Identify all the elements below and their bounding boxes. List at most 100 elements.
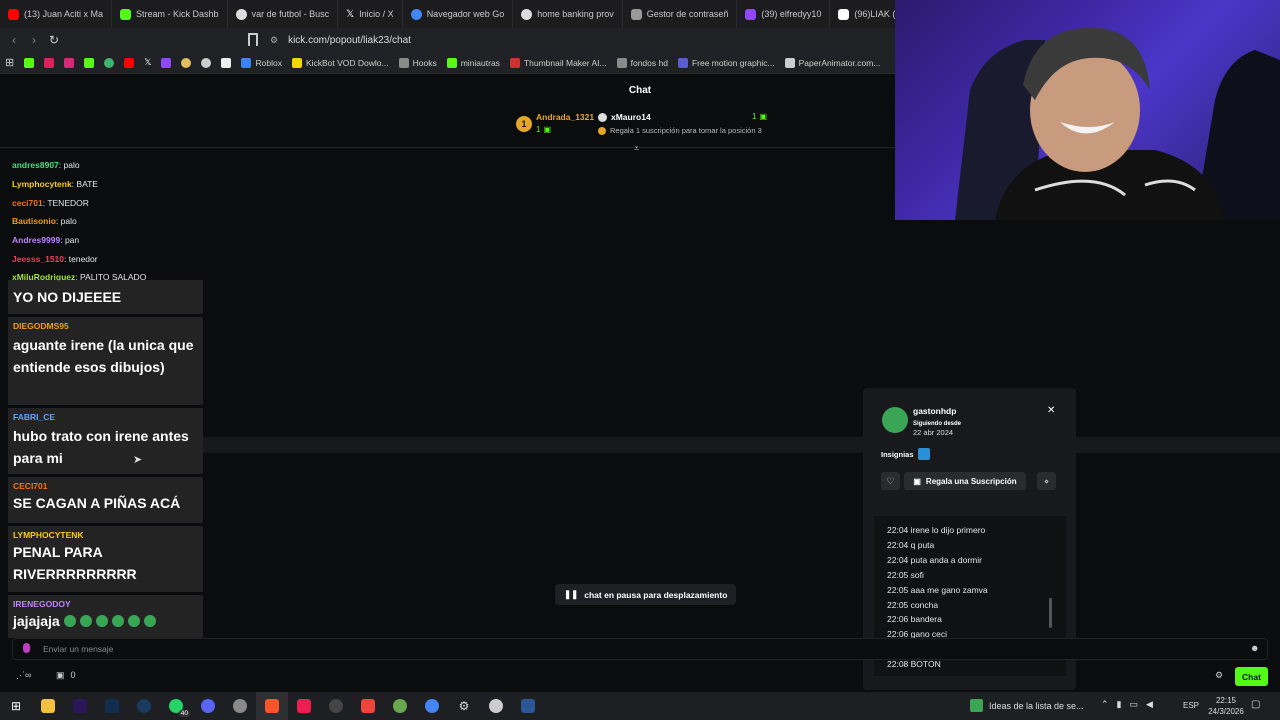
- url-field[interactable]: ⚙ kick.com/popout/liak23/chat: [270, 30, 890, 50]
- gift-subscription-button[interactable]: ▣ Regala una Suscripción: [904, 472, 1026, 490]
- tab-password-manager[interactable]: Gestor de contraseñ: [623, 0, 738, 28]
- emote-icon: [95, 615, 108, 627]
- log-scrollbar[interactable]: [1049, 598, 1052, 628]
- app-green-icon[interactable]: [384, 692, 416, 720]
- profile-username[interactable]: gastonhdp: [913, 406, 956, 416]
- settings-app-icon[interactable]: ⚙: [448, 692, 480, 720]
- chat-username[interactable]: Jeesss_1510: [12, 254, 64, 264]
- bookmark-kick2-icon[interactable]: [79, 57, 99, 68]
- chat-send-button[interactable]: Chat: [1235, 667, 1268, 686]
- bookmark-youtube-icon[interactable]: [119, 57, 139, 68]
- overlay-username: LYMPHOCYTENK: [13, 530, 84, 540]
- chat-username[interactable]: Lymphocytenk: [12, 179, 72, 189]
- chat-username[interactable]: Andres9999: [12, 235, 60, 245]
- bookmark-roblox[interactable]: Roblox: [236, 57, 286, 68]
- microphone-icon[interactable]: [23, 643, 30, 653]
- chat-message: Bautisonio: palo: [12, 216, 77, 226]
- bookmark-miniautras[interactable]: miniautras: [442, 57, 505, 68]
- bookmark-circle-icon[interactable]: [196, 57, 216, 68]
- language-indicator[interactable]: ESP: [1183, 701, 1199, 710]
- chat-text: palo: [60, 216, 77, 226]
- bookmark-instagram-icon[interactable]: [59, 57, 79, 68]
- settings-gear-icon[interactable]: ⚙: [1215, 670, 1223, 681]
- bookmark-kickbot[interactable]: KickBot VOD Dowlo...: [287, 57, 394, 68]
- tab-twitch[interactable]: (39) elfredyy10: [737, 0, 831, 28]
- bookmark-kick-icon[interactable]: [19, 57, 39, 68]
- bookmark-thumbnail[interactable]: Thumbnail Maker AI...: [505, 57, 612, 68]
- close-icon[interactable]: ✕: [1047, 405, 1055, 416]
- premiere-icon[interactable]: [64, 692, 96, 720]
- gift-counter[interactable]: ▣ 0: [56, 670, 76, 681]
- emote-icon: [79, 615, 92, 627]
- steam-icon[interactable]: [128, 692, 160, 720]
- emoji-icon[interactable]: ☻: [1250, 643, 1259, 653]
- motion-icon: [677, 57, 688, 68]
- bookmark-x-icon[interactable]: 𝕏: [139, 57, 156, 68]
- bookmark-hooks[interactable]: Hooks: [394, 57, 442, 68]
- google-icon: [521, 8, 533, 20]
- hover-highlight: [203, 437, 1280, 453]
- tab-banking[interactable]: home banking prov: [513, 0, 623, 28]
- reload-icon[interactable]: ↻: [44, 30, 64, 50]
- gift-box-icon: ▣: [56, 670, 65, 680]
- clock[interactable]: 22:15 24/3/2026: [1205, 695, 1247, 717]
- tab-google-search[interactable]: var de futbol - Busc: [228, 0, 339, 28]
- app-helper-icon[interactable]: [480, 692, 512, 720]
- file-explorer-icon[interactable]: [32, 692, 64, 720]
- x-icon: 𝕏: [346, 8, 355, 20]
- chat-username[interactable]: Bautisonio: [12, 216, 56, 226]
- chat-username[interactable]: ceci701: [12, 198, 43, 208]
- tiktok-app-icon[interactable]: [288, 692, 320, 720]
- obs-icon[interactable]: [320, 692, 352, 720]
- photoshop-icon[interactable]: [96, 692, 128, 720]
- widget-notification[interactable]: Ideas de la lista de se...: [970, 699, 1084, 712]
- back-icon[interactable]: ‹: [4, 30, 24, 50]
- chrome-app-icon[interactable]: [416, 692, 448, 720]
- tab-tiktok[interactable]: (96)LIAK (@: [830, 0, 895, 28]
- bookmark-twitch-icon[interactable]: [156, 57, 176, 68]
- bookmark-fondos[interactable]: fondos hd: [612, 57, 673, 68]
- forward-icon[interactable]: ›: [24, 30, 44, 50]
- anydesk-icon[interactable]: [352, 692, 384, 720]
- gift-circle-icon: [598, 126, 606, 135]
- tab-x[interactable]: 𝕏 Inicio / X: [338, 0, 403, 28]
- bookmark-tiktok-icon[interactable]: [216, 57, 236, 68]
- site-info-icon[interactable]: ⚙: [270, 35, 278, 46]
- overlay-message: LYMPHOCYTENK PENAL PARA RIVERRRRRRRRR: [8, 526, 203, 592]
- discord-icon[interactable]: [192, 692, 224, 720]
- bookmark-coin-icon[interactable]: [176, 57, 196, 68]
- brave-icon[interactable]: [256, 692, 288, 720]
- whatsapp-icon[interactable]: 40: [160, 692, 192, 720]
- windows-start-icon[interactable]: ⊞: [0, 692, 32, 720]
- chat-paused-chip[interactable]: ❚❚ chat en pausa para desplazamiento: [555, 584, 737, 605]
- chevron-up-icon[interactable]: ⌃: [1101, 699, 1109, 710]
- overlay-text: hubo trato con irene antes para mi: [13, 428, 189, 466]
- log-line: 22:04 q puta: [887, 539, 935, 550]
- more-actions-button[interactable]: ⋄: [1037, 472, 1056, 490]
- bookmark-paperanimator[interactable]: PaperAnimator.com...: [780, 57, 886, 68]
- bookmark-motion[interactable]: Free motion graphic...: [673, 57, 780, 68]
- overlay-text-row: jajajaja: [13, 610, 203, 632]
- volume-icon[interactable]: ◀: [1146, 699, 1153, 710]
- gift-count-value: 0: [70, 670, 76, 680]
- tab-chrome[interactable]: Navegador web Go: [403, 0, 514, 28]
- message-input[interactable]: Enviar un mensaje: [12, 638, 1268, 660]
- chat-username[interactable]: andres8907: [12, 160, 59, 170]
- leader-first-name[interactable]: Andrada_1321: [536, 112, 594, 122]
- network-icon[interactable]: ▭: [1130, 699, 1139, 710]
- mic-tray-icon[interactable]: ▮: [1117, 699, 1122, 710]
- app-avatar-icon[interactable]: [224, 692, 256, 720]
- leader-second[interactable]: xMauro14: [598, 112, 651, 122]
- expand-chevron-icon[interactable]: ⩡: [634, 143, 639, 154]
- tab-youtube[interactable]: (13) Juan Aciti x Ma: [0, 0, 113, 28]
- apps-icon[interactable]: ⊞: [0, 56, 19, 69]
- notifications-icon[interactable]: ▢: [1251, 699, 1260, 710]
- bookmark-pin-icon[interactable]: [99, 57, 119, 68]
- bookmark-icon[interactable]: [248, 33, 258, 46]
- word-icon[interactable]: [512, 692, 544, 720]
- tab-kick-dashboard[interactable]: Stream - Kick Dashb: [112, 0, 228, 28]
- users-infinity-icon[interactable]: ⋰∞: [16, 670, 31, 681]
- bookmark-slack-icon[interactable]: [39, 57, 59, 68]
- gift-prompt[interactable]: Regala 1 suscripción para tomar la posic…: [598, 126, 762, 135]
- follow-heart-button[interactable]: ♡: [881, 472, 900, 490]
